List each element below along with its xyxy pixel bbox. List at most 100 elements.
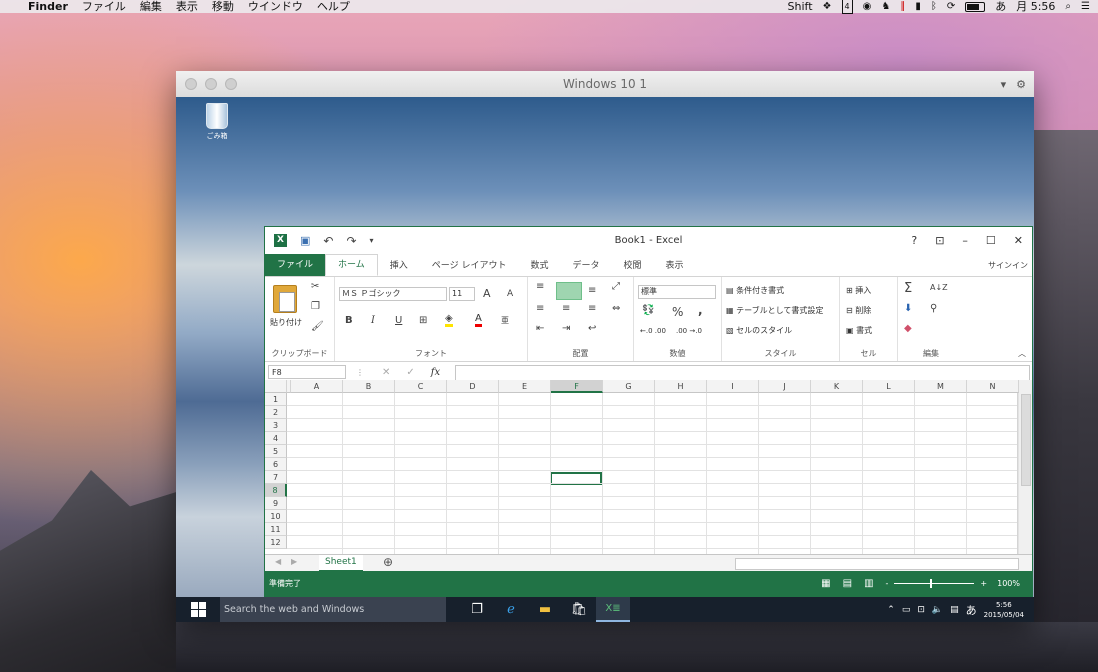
menu-help[interactable]: ヘルプ	[317, 0, 350, 13]
vm-titlebar[interactable]: Windows 10 1 ▾ ⚙	[176, 71, 1034, 98]
network-icon[interactable]: ⊡	[917, 605, 925, 615]
merge-center-icon[interactable]: ⇔	[612, 303, 620, 314]
scroll-sheet-left-icon[interactable]: ◀	[275, 557, 281, 566]
column-header[interactable]: A	[291, 380, 343, 393]
bookmark-icon[interactable]: ▮	[915, 0, 921, 13]
row-header[interactable]: 9	[265, 497, 287, 510]
paste-icon[interactable]	[273, 285, 297, 313]
row-header[interactable]: 6	[265, 458, 287, 471]
store-icon[interactable]: 🛍	[562, 597, 596, 622]
menu-app-finder[interactable]: Finder	[28, 0, 68, 13]
increase-indent-icon[interactable]: ⇥	[562, 323, 570, 334]
close-button[interactable]: ✕	[1014, 234, 1023, 247]
enter-entry-icon[interactable]: ✓	[406, 367, 414, 378]
spotlight-search-icon[interactable]: ⌕	[1065, 0, 1071, 13]
format-cells-button[interactable]: ▣ 書式	[846, 325, 872, 336]
new-sheet-button[interactable]: ⊕	[383, 555, 393, 569]
insert-function-icon[interactable]: fx	[431, 367, 440, 378]
row-header[interactable]: 10	[265, 510, 287, 523]
conditional-formatting-button[interactable]: ▤ 条件付き書式	[726, 285, 784, 296]
decrease-decimal-button[interactable]: .00 →.0	[676, 327, 702, 335]
number-format-select[interactable]: 標準	[638, 285, 716, 299]
show-hidden-icons-icon[interactable]: ⌃	[887, 605, 895, 615]
align-center-icon[interactable]: ≡	[562, 303, 570, 314]
page-break-view-icon[interactable]: ▥	[864, 578, 873, 589]
maximize-button[interactable]: ☐	[986, 234, 996, 247]
row-header[interactable]: 2	[265, 406, 287, 419]
badge-4-icon[interactable]: 4	[841, 0, 853, 14]
underline-button[interactable]: U	[395, 315, 402, 326]
page-layout-view-icon[interactable]: ▤	[843, 578, 852, 589]
volume-icon[interactable]: 🔈	[932, 605, 943, 615]
worksheet-grid[interactable]: A B C D E F G H I J K L M N 1 2 3 4 5 6 7 8 9 10 11 12	[265, 380, 1032, 554]
tab-home[interactable]: ホーム	[325, 254, 378, 276]
task-view-icon[interactable]: ❐	[460, 597, 494, 622]
format-as-table-button[interactable]: ▦ テーブルとして書式設定	[726, 305, 823, 316]
column-header[interactable]: L	[863, 380, 915, 393]
cancel-entry-icon[interactable]: ✕	[382, 367, 390, 378]
horizontal-scrollbar[interactable]	[735, 558, 1019, 570]
battery-icon[interactable]	[965, 1, 986, 12]
zoom-level[interactable]: 100%	[997, 579, 1020, 588]
fill-icon[interactable]: ⬇	[904, 303, 912, 314]
tab-page-layout[interactable]: ページ レイアウト	[420, 256, 519, 276]
tab-review[interactable]: 校閲	[611, 256, 653, 276]
sync-icon[interactable]: ⟳	[947, 0, 955, 13]
percent-style-button[interactable]: %	[672, 305, 683, 319]
tab-file[interactable]: ファイル	[265, 254, 326, 276]
sheet-tab-sheet1[interactable]: Sheet1	[319, 555, 363, 572]
menu-go[interactable]: 移動	[212, 0, 234, 13]
row-header[interactable]: 11	[265, 523, 287, 536]
row-header[interactable]: 3	[265, 419, 287, 432]
evernote-icon[interactable]: ♞	[881, 0, 890, 13]
menubar-clock[interactable]: 月 5:56	[1016, 0, 1055, 13]
minimize-button[interactable]: –	[962, 234, 968, 247]
align-left-icon[interactable]: ≡	[536, 303, 544, 314]
sign-in-link[interactable]: サインイン	[988, 260, 1028, 271]
row-header[interactable]: 12	[265, 536, 287, 549]
row-header[interactable]: 8	[265, 484, 287, 497]
collapse-ribbon-icon[interactable]: ︿	[1018, 348, 1026, 359]
start-button[interactable]	[176, 597, 220, 622]
taskbar-search-box[interactable]: Search the web and Windows	[220, 597, 446, 622]
wrap-text-icon[interactable]: ↩	[588, 323, 596, 334]
scroll-sheet-right-icon[interactable]: ▶	[291, 557, 297, 566]
column-header[interactable]: I	[707, 380, 759, 393]
column-header[interactable]: E	[499, 380, 551, 393]
menu-file[interactable]: ファイル	[82, 0, 126, 13]
zoom-in-button[interactable]: +	[980, 579, 987, 588]
decrease-indent-icon[interactable]: ⇤	[536, 323, 544, 334]
format-painter-icon[interactable]: 🖌	[311, 321, 324, 332]
action-center-icon[interactable]: ▤	[950, 605, 959, 615]
notification-center-icon[interactable]: ☰	[1081, 0, 1090, 13]
fill-color-icon[interactable]: ◈	[445, 313, 453, 327]
row-header[interactable]: 4	[265, 432, 287, 445]
vertical-scrollbar[interactable]	[1017, 380, 1032, 554]
internet-explorer-icon[interactable]: ℯ	[494, 597, 528, 622]
borders-icon[interactable]: ⊞	[419, 315, 427, 326]
formula-input[interactable]	[455, 365, 1030, 381]
column-header[interactable]: F	[551, 380, 603, 393]
align-bottom-icon[interactable]: ≡	[588, 285, 596, 296]
column-header[interactable]: C	[395, 380, 447, 393]
cell-styles-button[interactable]: ▧ セルのスタイル	[726, 325, 792, 336]
clear-icon[interactable]: ◆	[904, 323, 912, 334]
orientation-icon[interactable]: ⤢	[612, 281, 620, 292]
paste-button-label[interactable]: 貼り付け	[270, 317, 302, 328]
zoom-slider[interactable]	[894, 579, 975, 588]
recycle-bin[interactable]: ごみ箱	[200, 103, 234, 141]
tab-insert[interactable]: 挿入	[378, 256, 420, 276]
app-circle-icon[interactable]: ◉	[863, 0, 872, 13]
help-button[interactable]: ?	[911, 234, 917, 247]
normal-view-icon[interactable]: ▦	[821, 578, 830, 589]
tab-data[interactable]: データ	[560, 256, 611, 276]
copy-icon[interactable]: ❐	[311, 301, 320, 312]
phonetic-icon[interactable]: 亜	[501, 315, 509, 326]
align-middle-icon[interactable]	[556, 282, 582, 300]
bluetooth-icon[interactable]: ᛒ	[931, 0, 937, 13]
autosum-icon[interactable]: Σ	[904, 281, 912, 296]
column-header[interactable]: D	[447, 380, 499, 393]
menu-edit[interactable]: 編集	[140, 0, 162, 13]
sort-filter-icon[interactable]: A↓Z	[930, 283, 948, 292]
column-header[interactable]: N	[967, 380, 1019, 393]
